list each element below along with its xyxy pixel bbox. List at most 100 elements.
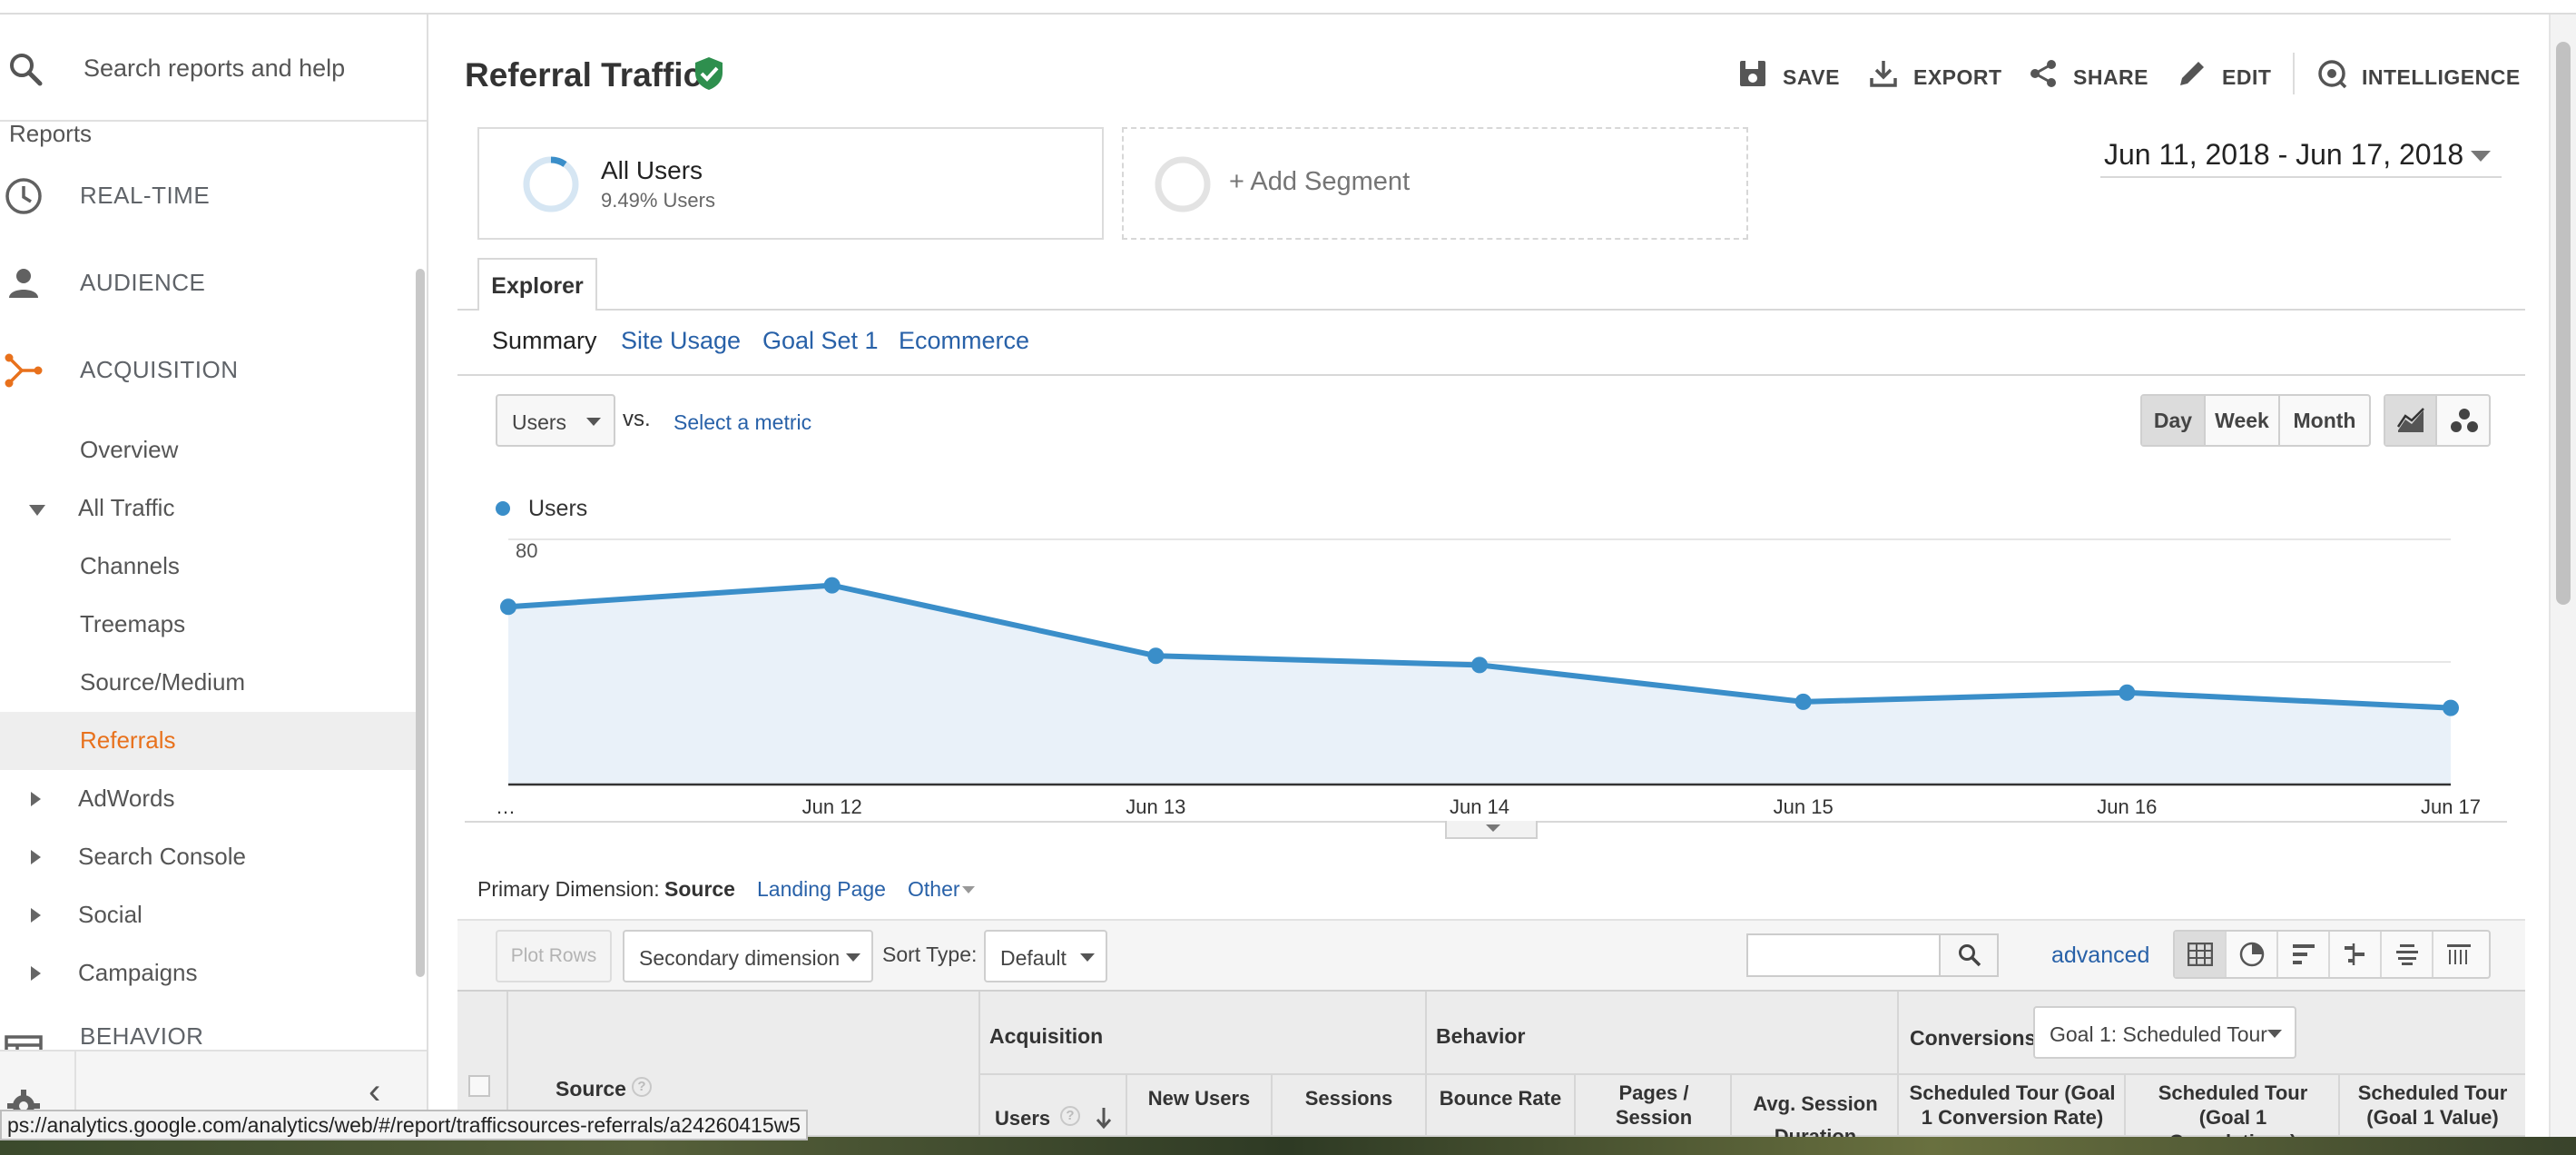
users-line-chart: 4080…Jun 12Jun 13Jun 14Jun 15Jun 16Jun 1… <box>496 538 2481 818</box>
completions-column-header[interactable]: Scheduled Tour (Goal 1 Completions) <box>2126 1075 2340 1153</box>
table-search-button[interactable] <box>1939 935 1997 975</box>
sidebar-item-campaigns[interactable]: Campaigns <box>0 944 418 1002</box>
add-segment-button[interactable]: + Add Segment <box>1122 127 1748 240</box>
person-icon <box>9 269 38 298</box>
line-chart-button[interactable] <box>2385 396 2437 445</box>
month-button[interactable]: Month <box>2280 396 2369 445</box>
sidebar-item-label: All Traffic <box>78 494 175 521</box>
collapse-sidebar-icon[interactable]: ‹ <box>369 1071 380 1112</box>
sidebar-item-overview[interactable]: Overview <box>0 421 418 479</box>
sidebar-item-label: Channels <box>80 552 180 579</box>
subtab-summary[interactable]: Summary <box>492 327 597 355</box>
sidebar-item-source-medium[interactable]: Source/Medium <box>0 654 418 712</box>
new-users-column-header[interactable]: New Users <box>1127 1075 1273 1137</box>
select-metric-link[interactable]: Select a metric <box>673 410 811 435</box>
bounce-rate-column-header[interactable]: Bounce Rate <box>1427 1075 1576 1137</box>
save-icon <box>1740 61 1765 86</box>
users-column-header[interactable]: Users ? <box>980 1075 1127 1137</box>
date-range-picker[interactable]: Jun 11, 2018 - Jun 17, 2018 <box>2100 131 2502 178</box>
sidebar-section-label: AUDIENCE <box>80 269 206 296</box>
behavior-group-label: Behavior <box>1436 1024 1526 1048</box>
sidebar-item-treemaps[interactable]: Treemaps <box>0 596 418 654</box>
sidebar-section-realtime[interactable]: REAL-TIME <box>0 154 427 236</box>
sidebar-section-audience[interactable]: AUDIENCE <box>0 242 427 323</box>
help-icon[interactable]: ? <box>1060 1106 1080 1126</box>
legend-label: Users <box>528 496 588 521</box>
tab-explorer[interactable]: Explorer <box>477 258 597 311</box>
sidebar-item-label: Overview <box>80 436 179 463</box>
segment-ring-icon <box>523 156 579 212</box>
motion-chart-button[interactable] <box>2438 396 2490 445</box>
sidebar-item-referrals[interactable]: Referrals <box>0 712 418 770</box>
sidebar-search[interactable]: Search reports and help <box>0 15 427 122</box>
empty-segment-ring-icon <box>1155 156 1211 212</box>
chart-resize-handle[interactable] <box>1445 821 1538 839</box>
collapsed-triangle-icon <box>31 850 41 864</box>
sidebar-section-label: BEHAVIOR <box>80 1022 204 1050</box>
data-point <box>1147 647 1165 665</box>
goal-value-column-header[interactable]: Scheduled Tour (Goal 1 Value) <box>2340 1075 2525 1137</box>
sort-type-value: Default <box>1000 946 1067 970</box>
table-search-input[interactable] <box>1746 933 1999 977</box>
performance-view-button[interactable] <box>2278 932 2330 977</box>
select-all-checkbox[interactable] <box>468 1075 490 1097</box>
metric-select[interactable]: Users <box>496 394 615 447</box>
percentage-view-button[interactable] <box>2227 932 2278 977</box>
sidebar: Search reports and help Reports REAL-TIM… <box>0 15 428 1137</box>
subtab-site-usage[interactable]: Site Usage <box>621 327 741 355</box>
dimension-other[interactable]: Other <box>908 877 960 902</box>
sidebar-section-acquisition[interactable]: ACQUISITION <box>0 329 427 410</box>
data-view-button[interactable] <box>2175 932 2227 977</box>
segment-all-users[interactable]: All Users 9.49% Users <box>477 127 1104 240</box>
week-button[interactable]: Week <box>2206 396 2280 445</box>
day-button[interactable]: Day <box>2142 396 2206 445</box>
dimension-source[interactable]: Source <box>664 877 735 902</box>
sidebar-item-adwords[interactable]: AdWords <box>0 770 418 828</box>
advanced-filter-link[interactable]: advanced <box>2051 943 2149 969</box>
comparison-icon <box>2345 943 2365 965</box>
subtab-ecommerce[interactable]: Ecommerce <box>899 327 1029 355</box>
chevron-down-icon <box>962 886 975 893</box>
sessions-column-header[interactable]: Sessions <box>1273 1075 1427 1137</box>
goal-select-value: Goal 1: Scheduled Tour <box>2050 1022 2267 1046</box>
x-tick-label: Jun 12 <box>802 795 862 818</box>
collapsed-triangle-icon <box>31 792 41 806</box>
page-scrollbar[interactable] <box>2549 15 2576 1137</box>
goal-select[interactable]: Goal 1: Scheduled Tour <box>2033 1006 2296 1059</box>
sidebar-item-channels[interactable]: Channels <box>0 538 418 596</box>
secondary-dimension-select[interactable]: Secondary dimension <box>623 930 873 982</box>
comparison-view-button[interactable] <box>2330 932 2382 977</box>
pages-session-column-header[interactable]: Pages / Session <box>1576 1075 1732 1137</box>
acquisition-group-label: Acquisition <box>989 1024 1104 1048</box>
search-input[interactable]: Search reports and help <box>84 54 345 83</box>
sidebar-item-social[interactable]: Social <box>0 886 418 944</box>
sidebar-item-all-traffic[interactable]: All Traffic <box>0 479 418 538</box>
help-icon[interactable]: ? <box>632 1077 652 1097</box>
chevron-down-icon <box>1486 824 1500 832</box>
y-tick-label: 80 <box>516 539 537 562</box>
bar-list-icon <box>2293 944 2315 964</box>
pivot-view-button[interactable] <box>2433 932 2485 977</box>
page-scrollbar-thumb[interactable] <box>2556 42 2571 605</box>
sort-type-select[interactable]: Default <box>984 930 1107 982</box>
sidebar-item-label: Campaigns <box>78 959 198 986</box>
conversions-group-label: Conversions <box>1910 1026 2037 1050</box>
x-tick-label: Jun 15 <box>1774 795 1834 818</box>
dimension-landing-page[interactable]: Landing Page <box>757 877 886 902</box>
segment-percentage: 9.49% Users <box>601 189 715 212</box>
sidebar-section-label: ACQUISITION <box>80 356 239 383</box>
subtab-divider <box>457 374 2525 376</box>
subtab-goal-set-1[interactable]: Goal Set 1 <box>762 327 879 355</box>
avg-session-duration-column-header[interactable]: Avg. Session Duration <box>1732 1075 1899 1148</box>
conversion-rate-column-header[interactable]: Scheduled Tour (Goal 1 Conversion Rate) <box>1899 1075 2126 1137</box>
term-cloud-view-button[interactable] <box>2382 932 2433 977</box>
chart-type-toggle <box>2384 394 2491 447</box>
sidebar-item-search-console[interactable]: Search Console <box>0 828 418 886</box>
intelligence-icon <box>2318 60 2347 89</box>
sidebar-scrollbar[interactable] <box>416 269 425 977</box>
plot-rows-button[interactable]: Plot Rows <box>496 930 612 982</box>
sidebar-section-behavior[interactable]: BEHAVIOR <box>0 1004 427 1066</box>
sort-descending-icon[interactable] <box>1095 1106 1113 1130</box>
acquisition-icon <box>5 353 43 388</box>
pivot-icon <box>2447 944 2471 964</box>
